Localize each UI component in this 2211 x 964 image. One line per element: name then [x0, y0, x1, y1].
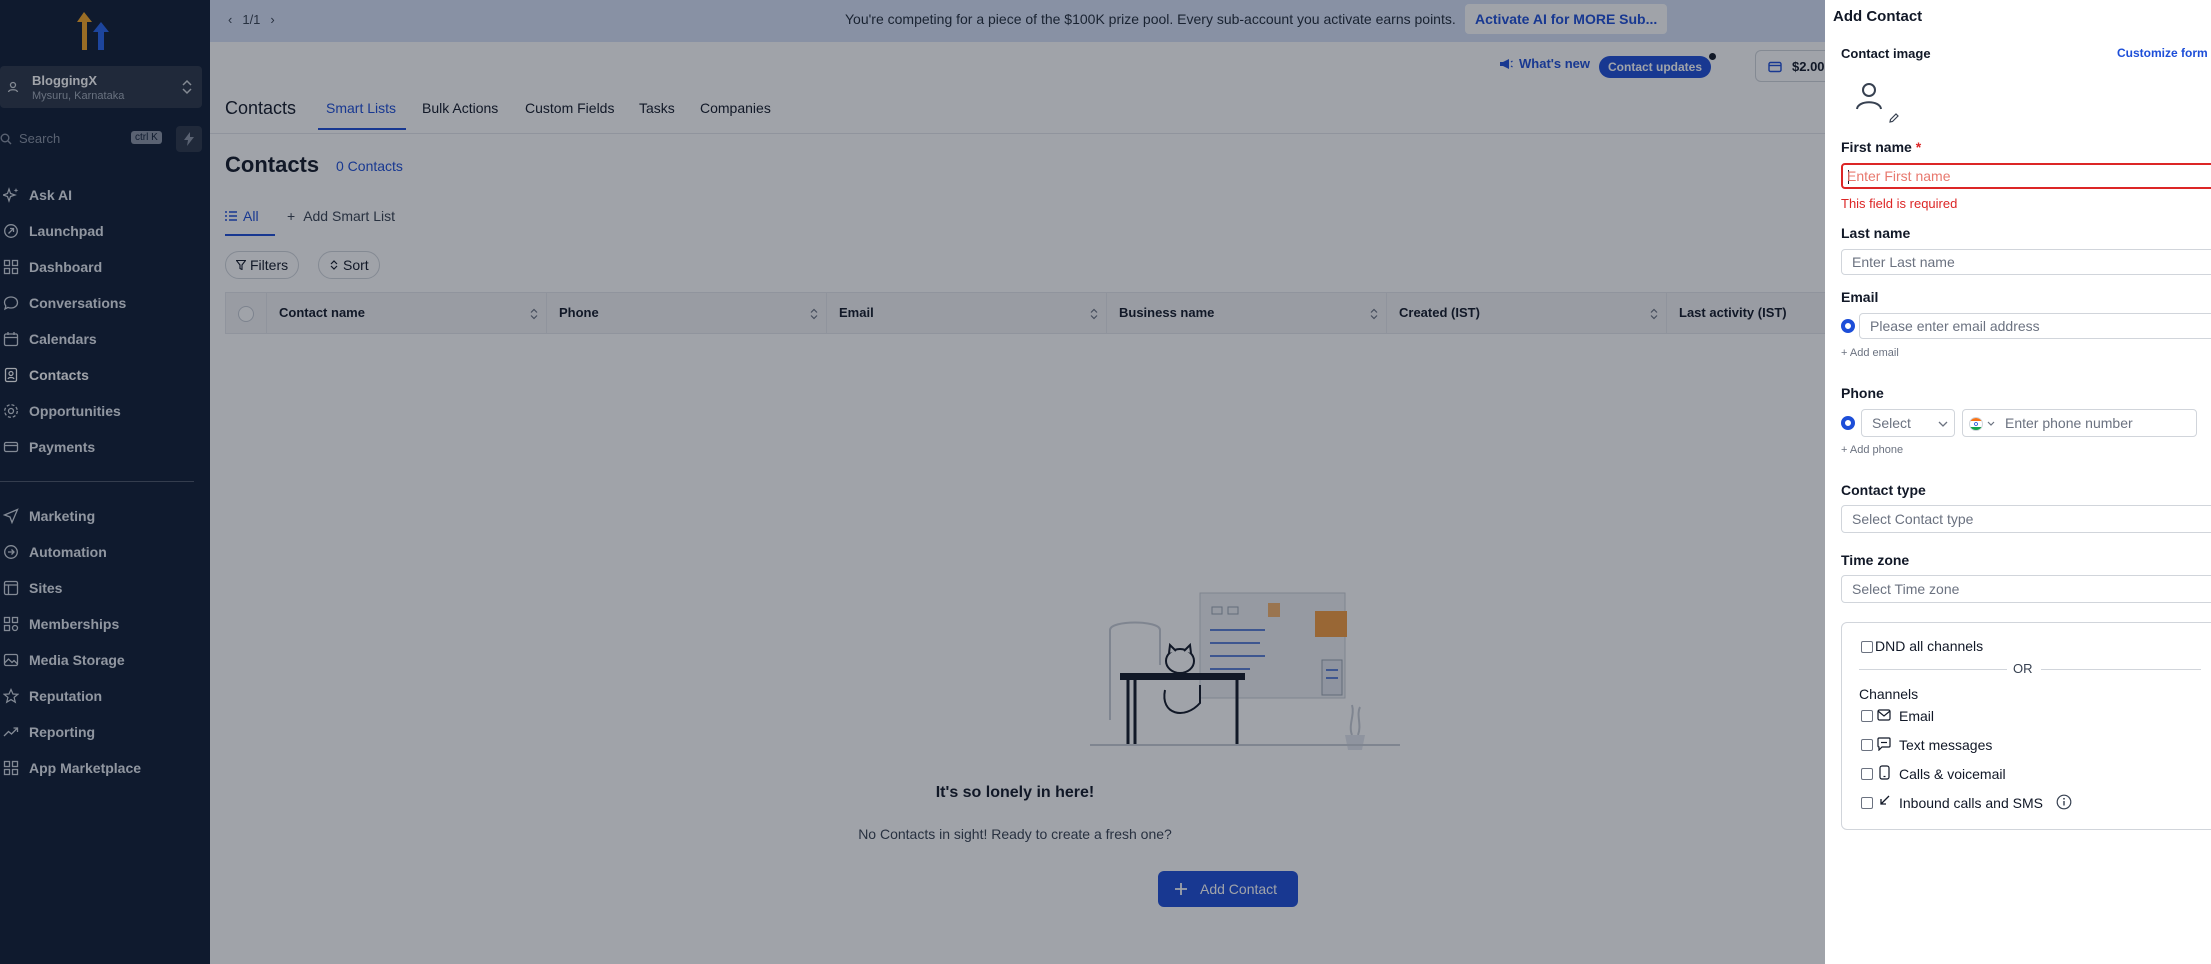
first-name-label: First name * — [1841, 139, 1921, 155]
last-name-input[interactable]: Enter Last name — [1841, 249, 2211, 275]
calls-channel-label: Calls & voicemail — [1899, 766, 2006, 782]
phone-type-select[interactable]: Select — [1861, 409, 1955, 437]
phone-number-input[interactable]: Enter phone number — [1962, 409, 2197, 437]
edit-image-icon[interactable] — [1888, 112, 1900, 124]
required-mark: * — [1915, 139, 1922, 155]
chevron-down-icon — [1938, 421, 1948, 427]
text-channel-label: Text messages — [1899, 737, 1993, 753]
add-phone-link[interactable]: + Add phone — [1841, 444, 1903, 456]
email-input[interactable]: Please enter email address — [1859, 313, 2211, 339]
primary-phone-radio[interactable] — [1841, 416, 1855, 430]
time-zone-placeholder: Select Time zone — [1852, 581, 1960, 597]
channels-label: Channels — [1859, 686, 1919, 702]
mail-icon — [1877, 709, 1891, 721]
or-line-right — [2041, 669, 2201, 670]
contact-type-label: Contact type — [1841, 482, 1926, 498]
last-name-label: Last name — [1841, 225, 1911, 241]
primary-email-radio[interactable] — [1841, 319, 1855, 333]
email-placeholder: Please enter email address — [1870, 318, 2040, 334]
avatar-placeholder-icon[interactable] — [1853, 80, 1885, 112]
phone-placeholder: Enter phone number — [2005, 415, 2133, 431]
arrow-down-left-icon — [1880, 795, 1890, 805]
time-zone-label: Time zone — [1841, 552, 1910, 568]
info-icon[interactable] — [2056, 794, 2072, 810]
inbound-channel-label: Inbound calls and SMS — [1899, 795, 2043, 811]
add-contact-drawer: Add Contact Contact image Customize form… — [1825, 0, 2211, 964]
first-name-placeholder: Enter First name — [1847, 168, 1951, 184]
email-channel-checkbox[interactable] — [1861, 710, 1873, 722]
or-separator: OR — [1841, 661, 2201, 677]
add-email-link[interactable]: + Add email — [1841, 347, 1899, 359]
dnd-all-checkbox[interactable] — [1861, 641, 1873, 653]
inbound-channel-checkbox[interactable] — [1861, 797, 1873, 809]
chevron-down-icon — [1987, 421, 1995, 426]
phone-label: Phone — [1841, 385, 1884, 401]
first-name-label-text: First name — [1841, 139, 1912, 155]
modal-backdrop[interactable] — [0, 0, 1825, 964]
phone-type-placeholder: Select — [1872, 415, 1911, 431]
dnd-all-label: DND all channels — [1875, 638, 1984, 654]
first-name-input[interactable]: Enter First name — [1841, 163, 2211, 189]
contact-type-select[interactable]: Select Contact type — [1841, 505, 2211, 533]
or-text: OR — [2013, 661, 2033, 676]
drawer-title: Add Contact — [1833, 8, 1923, 25]
first-name-error: This field is required — [1841, 196, 1958, 211]
customize-form-link[interactable]: Customize form — [2117, 46, 2208, 60]
or-line-left — [1859, 669, 2007, 670]
message-icon — [1877, 737, 1891, 751]
last-name-placeholder: Enter Last name — [1852, 254, 1955, 270]
time-zone-select[interactable]: Select Time zone — [1841, 575, 2211, 603]
email-channel-label: Email — [1899, 708, 1935, 724]
calls-channel-checkbox[interactable] — [1861, 768, 1873, 780]
phone-device-icon — [1879, 765, 1890, 780]
india-flag-icon[interactable] — [1969, 417, 1983, 431]
text-channel-checkbox[interactable] — [1861, 739, 1873, 751]
contact-type-placeholder: Select Contact type — [1852, 511, 1974, 527]
contact-image-label: Contact image — [1841, 46, 1931, 61]
email-label: Email — [1841, 289, 1879, 305]
